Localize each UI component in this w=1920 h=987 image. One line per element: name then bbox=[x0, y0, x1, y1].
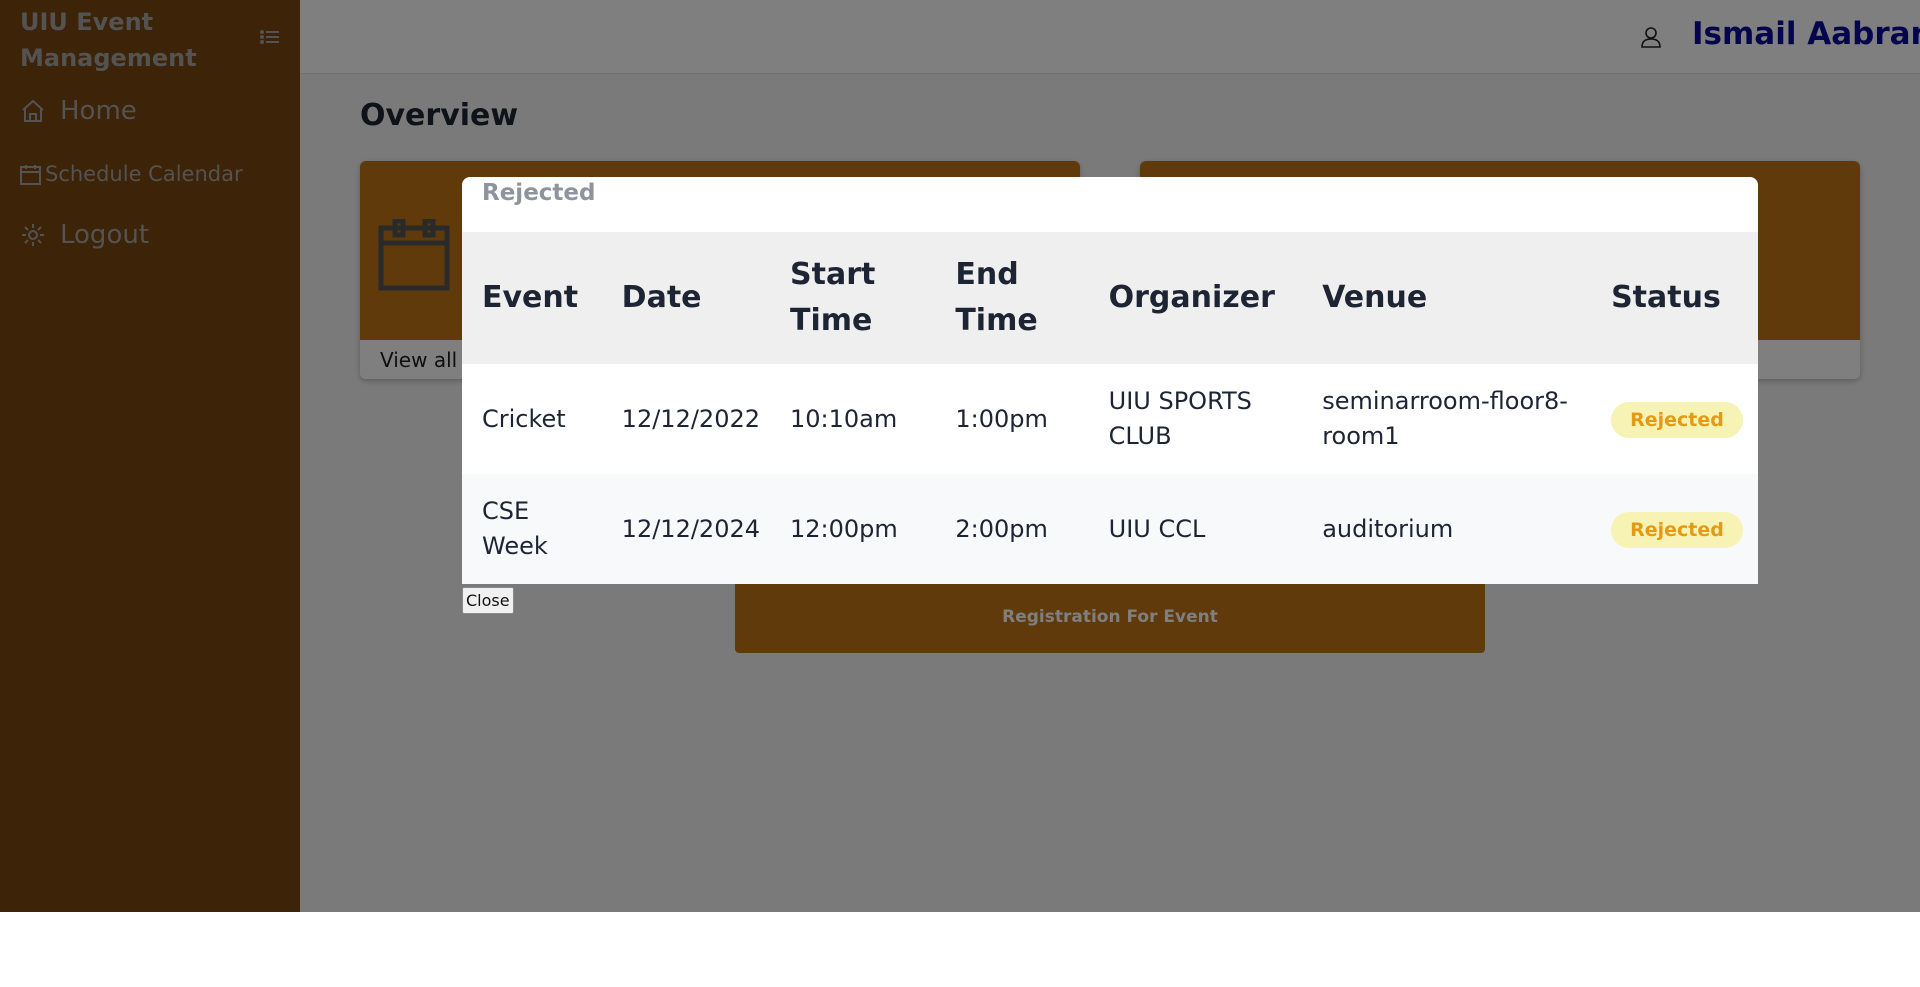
table-row: Cricket 12/12/2022 10:10am 1:00pm UIU SP… bbox=[462, 364, 1758, 474]
column-header: Date bbox=[601, 232, 770, 364]
table-row: CSE Week 12/12/2024 12:00pm 2:00pm UIU C… bbox=[462, 474, 1758, 584]
event-cell: CSE Week bbox=[462, 474, 602, 584]
column-header: Status bbox=[1591, 232, 1758, 364]
date-cell: 12/12/2024 bbox=[601, 474, 770, 584]
start-time-cell: 10:10am bbox=[770, 364, 936, 474]
venue-cell: auditorium bbox=[1302, 474, 1592, 584]
table-header-row: Event Date Start Time End Time Organizer… bbox=[462, 232, 1758, 364]
venue-cell: seminarroom-floor8-room1 bbox=[1302, 364, 1592, 474]
organizer-cell: UIU SPORTS CLUB bbox=[1088, 364, 1303, 474]
end-time-cell: 1:00pm bbox=[935, 364, 1089, 474]
end-time-cell: 2:00pm bbox=[935, 474, 1089, 584]
column-header: End Time bbox=[935, 232, 1089, 364]
modal-title: Rejected bbox=[482, 180, 596, 206]
column-header: Start Time bbox=[770, 232, 936, 364]
status-badge: Rejected bbox=[1611, 401, 1743, 438]
organizer-cell: UIU CCL bbox=[1088, 474, 1303, 584]
close-button[interactable]: Close bbox=[462, 587, 514, 614]
status-cell: Rejected bbox=[1591, 364, 1758, 474]
event-cell: Cricket bbox=[462, 364, 602, 474]
date-cell: 12/12/2022 bbox=[601, 364, 770, 474]
column-header: Organizer bbox=[1088, 232, 1303, 364]
column-header: Event bbox=[462, 232, 602, 364]
column-header: Venue bbox=[1302, 232, 1592, 364]
start-time-cell: 12:00pm bbox=[770, 474, 936, 584]
status-badge: Rejected bbox=[1611, 511, 1743, 548]
rejected-modal: Rejected Event Date Start Time End Time … bbox=[462, 177, 1758, 584]
rejected-events-table: Event Date Start Time End Time Organizer… bbox=[462, 232, 1758, 584]
status-cell: Rejected bbox=[1591, 474, 1758, 584]
